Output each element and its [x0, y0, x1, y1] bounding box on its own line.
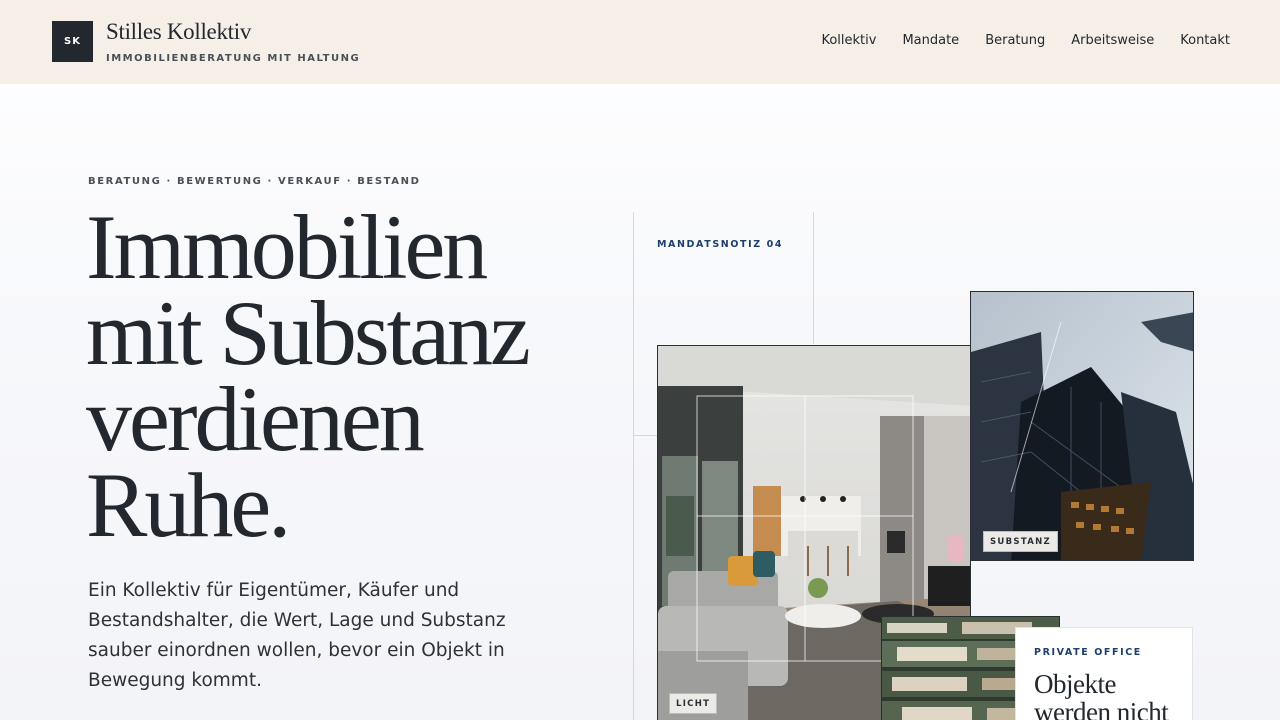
- main-nav: Kollektiv Mandate Beratung Arbeitsweise …: [821, 33, 1230, 48]
- hero-eyebrow: BERATUNG · BEWERTUNG · VERKAUF · BESTAND: [88, 176, 421, 187]
- frame-line-left: [633, 212, 634, 720]
- nav-link-kontakt[interactable]: Kontakt: [1180, 33, 1230, 48]
- site-header: SK Stilles Kollektiv IMMOBILIENBERATUNG …: [0, 0, 1280, 84]
- towers-illustration: [971, 292, 1193, 560]
- frame-line-horizontal: [633, 435, 657, 436]
- nav-link-beratung[interactable]: Beratung: [985, 33, 1045, 48]
- towers-photo: [970, 291, 1194, 561]
- frame-line-mid: [813, 212, 814, 344]
- headline-line-4: Ruhe.: [86, 454, 291, 556]
- private-office-card[interactable]: PRIVATE OFFICE Objekte werden nicht: [1015, 627, 1193, 720]
- headline-line-2: mit Substanz: [86, 282, 531, 384]
- card-eyebrow: PRIVATE OFFICE: [1034, 647, 1142, 658]
- nav-link-arbeitsweise[interactable]: Arbeitsweise: [1071, 33, 1154, 48]
- brand-name[interactable]: Stilles Kollektiv: [106, 19, 251, 45]
- tag-licht: LICHT: [669, 693, 718, 714]
- nav-link-mandate[interactable]: Mandate: [902, 33, 959, 48]
- brand-tagline: IMMOBILIENBERATUNG MIT HALTUNG: [106, 53, 361, 64]
- hero-headline: Immobilien mit Substanz verdienen Ruhe.: [86, 196, 606, 556]
- tag-substanz: SUBSTANZ: [983, 531, 1059, 552]
- headline-line-3: verdienen: [86, 368, 425, 470]
- hero-lead: Ein Kollektiv für Eigentümer, Käufer und…: [88, 580, 506, 691]
- logo-mark[interactable]: SK: [52, 21, 93, 62]
- mandate-note-label: MANDATSNOTIZ 04: [657, 239, 784, 250]
- card-title: Objekte werden nicht: [1034, 669, 1169, 720]
- nav-link-kollektiv[interactable]: Kollektiv: [821, 33, 876, 48]
- headline-line-1: Immobilien: [86, 196, 488, 298]
